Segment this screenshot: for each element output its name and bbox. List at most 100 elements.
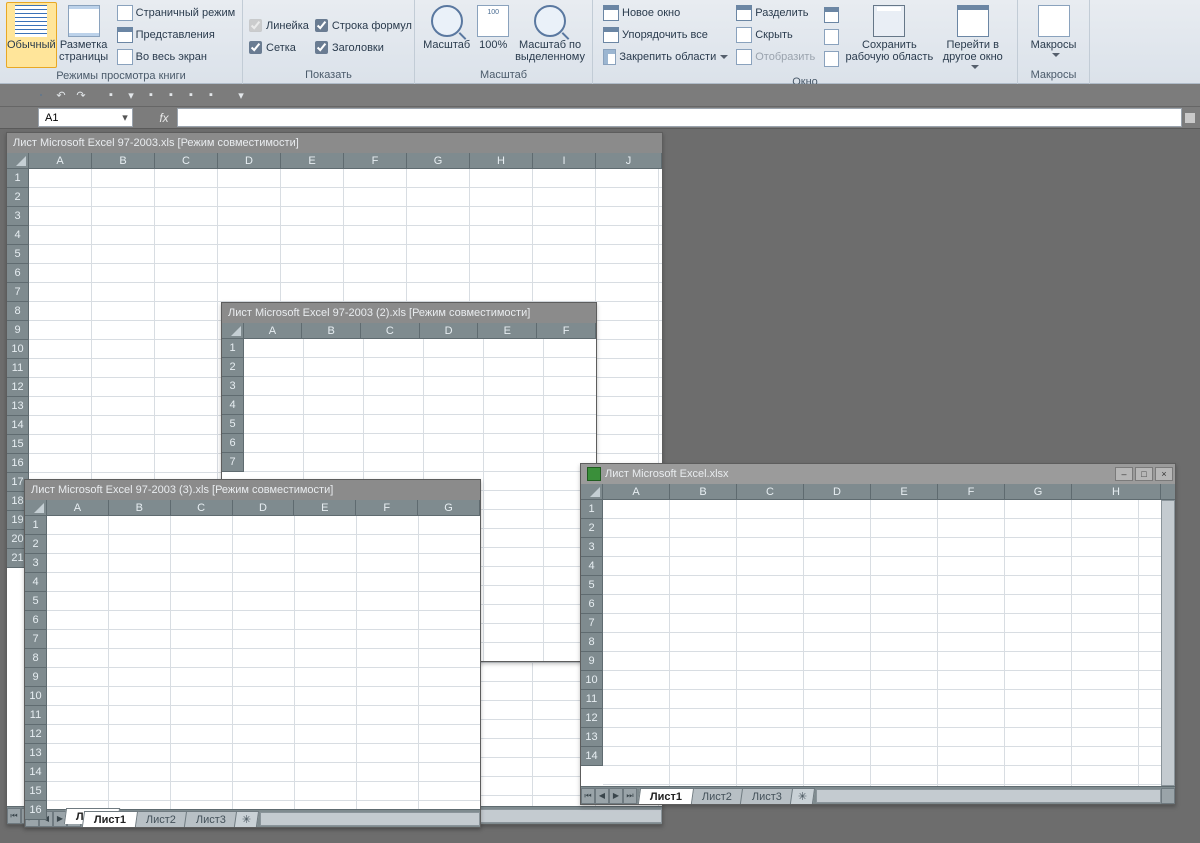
- row-header[interactable]: 7: [7, 283, 29, 302]
- window-close-button[interactable]: ×: [1155, 467, 1173, 481]
- row-header[interactable]: 1: [581, 500, 603, 519]
- row-header[interactable]: 6: [25, 611, 47, 630]
- select-all-button[interactable]: [222, 323, 244, 339]
- horizontal-scrollbar[interactable]: [816, 789, 1161, 803]
- horizontal-scrollbar[interactable]: [260, 812, 480, 826]
- column-header[interactable]: G: [418, 500, 480, 516]
- arrange-all-button[interactable]: Упорядочить все: [599, 24, 732, 46]
- row-header[interactable]: 12: [7, 378, 29, 397]
- row-header[interactable]: 16: [7, 454, 29, 473]
- column-header[interactable]: A: [244, 323, 303, 339]
- column-header[interactable]: B: [302, 323, 361, 339]
- sheet-tab[interactable]: Лист1: [82, 811, 138, 827]
- row-header[interactable]: 13: [581, 728, 603, 747]
- row-header[interactable]: 2: [25, 535, 47, 554]
- select-all-button[interactable]: [25, 500, 47, 516]
- qat-custom-3[interactable]: ▪: [142, 86, 160, 104]
- row-header[interactable]: 10: [7, 340, 29, 359]
- tab-nav-first[interactable]: ⏮: [7, 808, 21, 824]
- column-header[interactable]: D: [804, 484, 871, 500]
- new-window-button[interactable]: Новое окно: [599, 2, 732, 24]
- insert-function-button[interactable]: fx: [151, 111, 177, 125]
- row-header[interactable]: 13: [25, 744, 47, 763]
- new-sheet-button[interactable]: ✳: [790, 788, 815, 804]
- view-side-by-side-button[interactable]: [822, 4, 844, 26]
- sheet-tab[interactable]: Лист2: [690, 788, 744, 804]
- row-header[interactable]: 16: [25, 801, 47, 820]
- row-header[interactable]: 2: [7, 188, 29, 207]
- row-header[interactable]: 3: [222, 377, 244, 396]
- row-header[interactable]: 5: [222, 415, 244, 434]
- column-header[interactable]: B: [109, 500, 171, 516]
- sheet-tab[interactable]: Лист2: [134, 811, 188, 827]
- name-box[interactable]: A1 ▾: [38, 108, 133, 127]
- cells-area[interactable]: [603, 500, 1161, 786]
- worksheet-grid[interactable]: ABCDEFG 12345678910111213141516: [25, 500, 480, 809]
- column-header[interactable]: I: [533, 153, 596, 169]
- row-header[interactable]: 12: [25, 725, 47, 744]
- column-header[interactable]: F: [537, 323, 596, 339]
- freeze-panes-button[interactable]: Закрепить области: [599, 46, 732, 68]
- column-header[interactable]: B: [92, 153, 155, 169]
- row-header[interactable]: 11: [7, 359, 29, 378]
- row-header[interactable]: 6: [7, 264, 29, 283]
- tab-nav-next[interactable]: ▶: [609, 788, 623, 804]
- hide-window-button[interactable]: Скрыть: [732, 24, 822, 46]
- row-header[interactable]: 10: [581, 671, 603, 690]
- row-header[interactable]: 4: [581, 557, 603, 576]
- column-header[interactable]: J: [596, 153, 662, 169]
- column-header[interactable]: E: [294, 500, 356, 516]
- row-header[interactable]: 1: [25, 516, 47, 535]
- sheet-tab[interactable]: Лист3: [740, 788, 794, 804]
- column-header[interactable]: C: [155, 153, 218, 169]
- workbook-titlebar[interactable]: Лист Microsoft Excel 97-2003.xls [Режим …: [7, 133, 662, 153]
- vertical-scrollbar[interactable]: [1161, 500, 1175, 786]
- row-header[interactable]: 1: [222, 339, 244, 358]
- qat-custom-1[interactable]: ▪: [102, 86, 120, 104]
- row-header[interactable]: 7: [25, 630, 47, 649]
- view-normal-button[interactable]: Обычный: [6, 2, 57, 68]
- tab-nav-prev[interactable]: ◀: [595, 788, 609, 804]
- select-all-button[interactable]: [7, 153, 29, 169]
- row-header[interactable]: 4: [25, 573, 47, 592]
- column-header[interactable]: F: [344, 153, 407, 169]
- column-header[interactable]: E: [281, 153, 344, 169]
- formula-input[interactable]: [177, 108, 1182, 127]
- row-header[interactable]: 7: [581, 614, 603, 633]
- column-header[interactable]: D: [420, 323, 479, 339]
- row-header[interactable]: 11: [25, 706, 47, 725]
- row-header[interactable]: 5: [25, 592, 47, 611]
- row-header[interactable]: 10: [25, 687, 47, 706]
- show-headings-checkbox[interactable]: Заголовки: [315, 37, 390, 59]
- row-header[interactable]: 6: [581, 595, 603, 614]
- save-workspace-button[interactable]: Сохранитьрабочую область: [844, 2, 934, 74]
- column-header[interactable]: A: [47, 500, 109, 516]
- row-header[interactable]: 15: [25, 782, 47, 801]
- workbook-titlebar[interactable]: Лист Microsoft Excel 97-2003 (2).xls [Ре…: [222, 303, 596, 323]
- column-header[interactable]: F: [356, 500, 418, 516]
- qat-customize-button[interactable]: ▾: [232, 86, 250, 104]
- row-header[interactable]: 3: [7, 207, 29, 226]
- row-header[interactable]: 9: [7, 321, 29, 340]
- row-header[interactable]: 8: [7, 302, 29, 321]
- row-header[interactable]: 14: [581, 747, 603, 766]
- worksheet-grid[interactable]: ABCDEFGH 1234567891011121314: [581, 484, 1175, 786]
- qat-redo-button[interactable]: ↷: [72, 86, 90, 104]
- column-header[interactable]: A: [29, 153, 92, 169]
- sheet-tab[interactable]: Лист3: [184, 811, 238, 827]
- view-page-layout-button[interactable]: Разметка страницы: [57, 2, 111, 68]
- column-header[interactable]: F: [938, 484, 1005, 500]
- new-sheet-button[interactable]: ✳: [234, 811, 259, 827]
- row-header[interactable]: 15: [7, 435, 29, 454]
- row-header[interactable]: 6: [222, 434, 244, 453]
- formula-bar-expand-button[interactable]: [1184, 112, 1196, 124]
- row-header[interactable]: 7: [222, 453, 244, 472]
- row-header[interactable]: 14: [25, 763, 47, 782]
- row-header[interactable]: 2: [581, 519, 603, 538]
- show-ruler-checkbox[interactable]: Линейка: [249, 15, 315, 37]
- row-header[interactable]: 12: [581, 709, 603, 728]
- row-header[interactable]: 2: [222, 358, 244, 377]
- window-maximize-button[interactable]: □: [1135, 467, 1153, 481]
- cells-area[interactable]: [47, 516, 480, 809]
- view-page-break-button[interactable]: Страничный режим: [113, 2, 240, 24]
